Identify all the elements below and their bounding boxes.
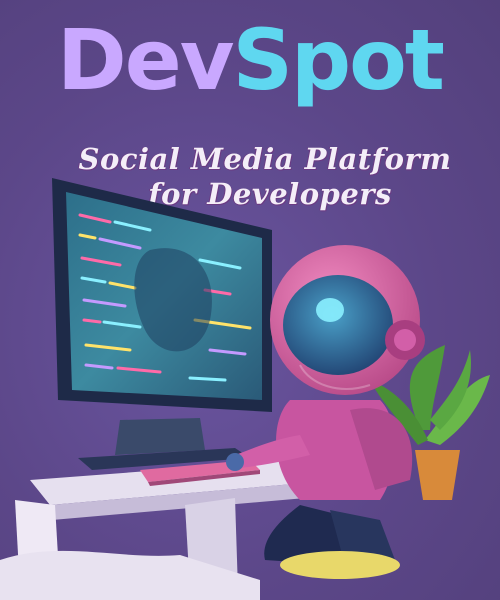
illustration-scene <box>0 178 490 600</box>
computer-monitor <box>52 178 272 470</box>
poster: DevSpot Social Media Platform for Develo… <box>0 0 500 600</box>
